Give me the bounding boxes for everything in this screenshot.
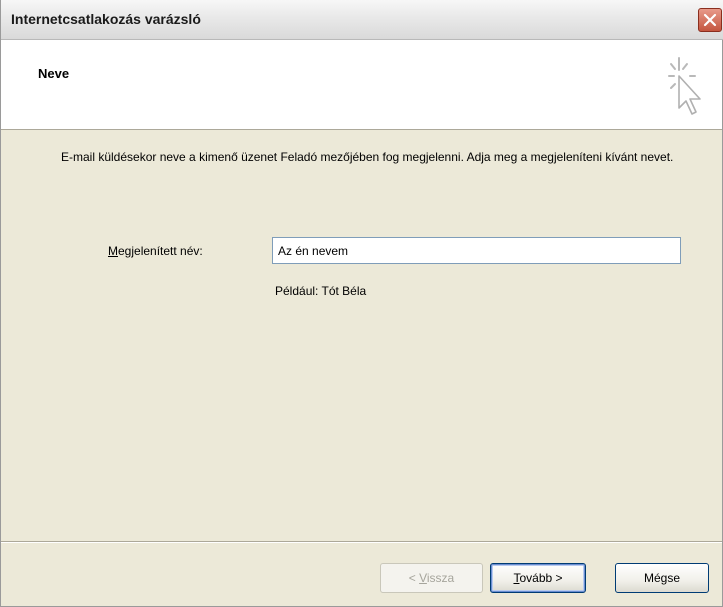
back-button[interactable]: < Vissza <box>380 563 483 593</box>
description-text: E-mail küldésekor neve a kimenő üzenet F… <box>61 150 674 164</box>
example-text: Például: Tót Béla <box>275 284 367 298</box>
cancel-button[interactable]: Mégse <box>615 563 709 593</box>
title-bar[interactable]: Internetcsatlakozás varázsló <box>1 0 723 40</box>
next-rest: ovább > <box>519 571 563 585</box>
page-title: Neve <box>38 66 70 81</box>
display-name-label-rest: egjelenített név: <box>118 244 203 258</box>
display-name-label-accel: M <box>108 244 118 258</box>
display-name-label: Megjelenített név: <box>108 244 203 258</box>
wizard-dialog: Internetcsatlakozás varázsló Neve E-mail… <box>0 0 723 607</box>
wizard-cursor-icon <box>668 57 701 115</box>
back-prefix: < <box>408 571 420 585</box>
next-button[interactable]: Tovább > <box>490 563 586 593</box>
footer-divider <box>1 541 722 543</box>
back-rest: issza <box>426 571 455 585</box>
back-accel: V <box>419 571 427 585</box>
close-icon <box>703 13 717 27</box>
window-title: Internetcsatlakozás varázsló <box>11 11 201 27</box>
close-button[interactable] <box>698 8 722 32</box>
wizard-header: Neve <box>1 40 722 130</box>
display-name-input[interactable] <box>272 237 681 264</box>
